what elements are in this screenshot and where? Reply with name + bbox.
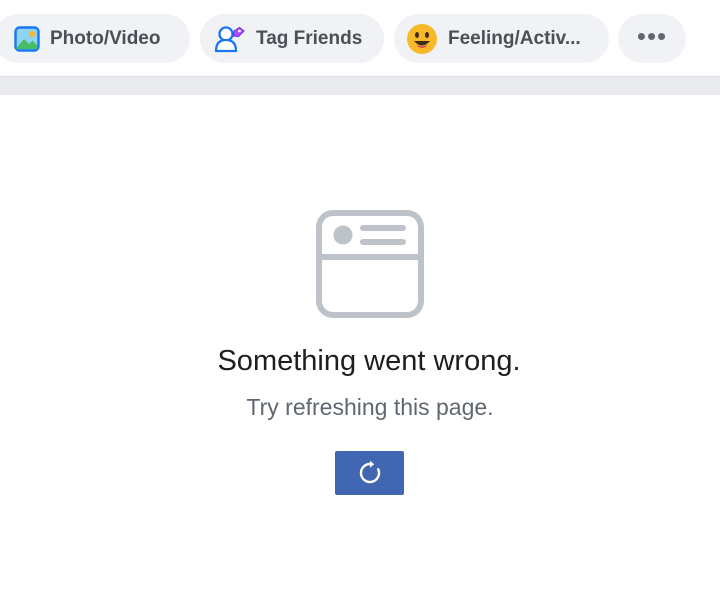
- more-options-button[interactable]: •••: [618, 14, 686, 63]
- photo-video-label: Photo/Video: [50, 27, 161, 49]
- photo-video-button[interactable]: Photo/Video: [0, 14, 190, 63]
- tag-friends-label: Tag Friends: [256, 27, 363, 49]
- feeling-activity-button[interactable]: Feeling/Activ...: [394, 14, 609, 63]
- refresh-button[interactable]: [335, 451, 404, 495]
- refresh-icon: [357, 460, 383, 486]
- composer-actions-bar: Photo/Video Tag Friends Feeling/Activ...: [0, 0, 720, 76]
- photo-icon: [14, 25, 40, 52]
- more-icon: •••: [636, 20, 668, 51]
- tag-friends-button[interactable]: Tag Friends: [200, 14, 384, 63]
- tag-friends-icon: [214, 25, 246, 53]
- smiley-icon: [406, 23, 438, 55]
- error-subtitle: Try refreshing this page.: [246, 394, 494, 420]
- section-divider: [0, 76, 720, 95]
- feeling-activity-label: Feeling/Activ...: [448, 27, 581, 49]
- feed-placeholder-icon: [316, 210, 424, 318]
- error-panel: Something went wrong. Try refreshing thi…: [0, 95, 720, 600]
- error-title: Something went wrong.: [217, 345, 521, 377]
